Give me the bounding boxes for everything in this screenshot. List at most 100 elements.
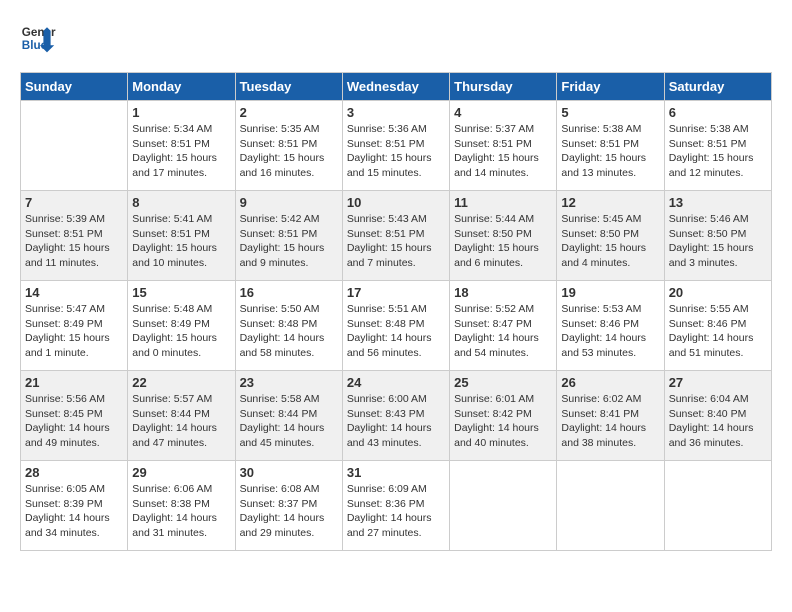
daylight-text: Daylight: 14 hours and 29 minutes. bbox=[240, 511, 338, 540]
svg-text:General: General bbox=[22, 26, 56, 39]
sunrise-text: Sunrise: 6:02 AM bbox=[561, 392, 659, 407]
daylight-text: Daylight: 15 hours and 9 minutes. bbox=[240, 241, 338, 270]
day-number: 25 bbox=[454, 375, 552, 390]
calendar-cell: 21Sunrise: 5:56 AMSunset: 8:45 PMDayligh… bbox=[21, 371, 128, 461]
calendar-cell bbox=[450, 461, 557, 551]
calendar-cell: 27Sunrise: 6:04 AMSunset: 8:40 PMDayligh… bbox=[664, 371, 771, 461]
daylight-text: Daylight: 15 hours and 3 minutes. bbox=[669, 241, 767, 270]
weekday-header: Saturday bbox=[664, 73, 771, 101]
sunset-text: Sunset: 8:47 PM bbox=[454, 317, 552, 332]
daylight-text: Daylight: 15 hours and 0 minutes. bbox=[132, 331, 230, 360]
sunset-text: Sunset: 8:50 PM bbox=[669, 227, 767, 242]
calendar-header-row: SundayMondayTuesdayWednesdayThursdayFrid… bbox=[21, 73, 772, 101]
sunset-text: Sunset: 8:50 PM bbox=[454, 227, 552, 242]
calendar-week-row: 28Sunrise: 6:05 AMSunset: 8:39 PMDayligh… bbox=[21, 461, 772, 551]
calendar-cell: 1Sunrise: 5:34 AMSunset: 8:51 PMDaylight… bbox=[128, 101, 235, 191]
sunset-text: Sunset: 8:37 PM bbox=[240, 497, 338, 512]
weekday-header: Thursday bbox=[450, 73, 557, 101]
day-number: 31 bbox=[347, 465, 445, 480]
day-number: 26 bbox=[561, 375, 659, 390]
daylight-text: Daylight: 14 hours and 36 minutes. bbox=[669, 421, 767, 450]
day-number: 21 bbox=[25, 375, 123, 390]
weekday-header: Tuesday bbox=[235, 73, 342, 101]
calendar-cell: 18Sunrise: 5:52 AMSunset: 8:47 PMDayligh… bbox=[450, 281, 557, 371]
sunset-text: Sunset: 8:51 PM bbox=[454, 137, 552, 152]
day-number: 5 bbox=[561, 105, 659, 120]
calendar-cell: 22Sunrise: 5:57 AMSunset: 8:44 PMDayligh… bbox=[128, 371, 235, 461]
daylight-text: Daylight: 14 hours and 34 minutes. bbox=[25, 511, 123, 540]
daylight-text: Daylight: 15 hours and 14 minutes. bbox=[454, 151, 552, 180]
daylight-text: Daylight: 15 hours and 1 minute. bbox=[25, 331, 123, 360]
weekday-header: Monday bbox=[128, 73, 235, 101]
daylight-text: Daylight: 14 hours and 56 minutes. bbox=[347, 331, 445, 360]
calendar-cell: 13Sunrise: 5:46 AMSunset: 8:50 PMDayligh… bbox=[664, 191, 771, 281]
calendar-cell: 16Sunrise: 5:50 AMSunset: 8:48 PMDayligh… bbox=[235, 281, 342, 371]
calendar-cell: 11Sunrise: 5:44 AMSunset: 8:50 PMDayligh… bbox=[450, 191, 557, 281]
sunset-text: Sunset: 8:51 PM bbox=[240, 227, 338, 242]
sunrise-text: Sunrise: 5:42 AM bbox=[240, 212, 338, 227]
sunrise-text: Sunrise: 6:08 AM bbox=[240, 482, 338, 497]
daylight-text: Daylight: 15 hours and 15 minutes. bbox=[347, 151, 445, 180]
sunset-text: Sunset: 8:43 PM bbox=[347, 407, 445, 422]
sunset-text: Sunset: 8:42 PM bbox=[454, 407, 552, 422]
calendar-cell: 17Sunrise: 5:51 AMSunset: 8:48 PMDayligh… bbox=[342, 281, 449, 371]
calendar-week-row: 21Sunrise: 5:56 AMSunset: 8:45 PMDayligh… bbox=[21, 371, 772, 461]
sunrise-text: Sunrise: 5:48 AM bbox=[132, 302, 230, 317]
day-number: 16 bbox=[240, 285, 338, 300]
calendar-week-row: 14Sunrise: 5:47 AMSunset: 8:49 PMDayligh… bbox=[21, 281, 772, 371]
sunrise-text: Sunrise: 5:50 AM bbox=[240, 302, 338, 317]
calendar-cell: 9Sunrise: 5:42 AMSunset: 8:51 PMDaylight… bbox=[235, 191, 342, 281]
daylight-text: Daylight: 14 hours and 49 minutes. bbox=[25, 421, 123, 450]
calendar-cell: 30 Sunrise: 6:08 AMSunset: 8:37 PMDayligh… bbox=[235, 461, 342, 551]
sunset-text: Sunset: 8:51 PM bbox=[347, 137, 445, 152]
sunrise-text: Sunrise: 5:56 AM bbox=[25, 392, 123, 407]
sunset-text: Sunset: 8:44 PM bbox=[240, 407, 338, 422]
day-number: 30 bbox=[240, 465, 338, 480]
day-number: 3 bbox=[347, 105, 445, 120]
sunset-text: Sunset: 8:39 PM bbox=[25, 497, 123, 512]
sunrise-text: Sunrise: 5:57 AM bbox=[132, 392, 230, 407]
day-number: 24 bbox=[347, 375, 445, 390]
calendar-cell: 5 Sunrise: 5:38 AMSunset: 8:51 PMDaylight… bbox=[557, 101, 664, 191]
sunset-text: Sunset: 8:51 PM bbox=[347, 227, 445, 242]
daylight-text: Daylight: 15 hours and 13 minutes. bbox=[561, 151, 659, 180]
day-number: 7 bbox=[25, 195, 123, 210]
day-number: 2 bbox=[240, 105, 338, 120]
calendar-body: 1Sunrise: 5:34 AMSunset: 8:51 PMDaylight… bbox=[21, 101, 772, 551]
calendar-cell: 24Sunrise: 6:00 AMSunset: 8:43 PMDayligh… bbox=[342, 371, 449, 461]
calendar-cell: 10Sunrise: 5:43 AMSunset: 8:51 PMDayligh… bbox=[342, 191, 449, 281]
sunrise-text: Sunrise: 5:39 AM bbox=[25, 212, 123, 227]
day-number: 29 bbox=[132, 465, 230, 480]
calendar-cell: 28Sunrise: 6:05 AMSunset: 8:39 PMDayligh… bbox=[21, 461, 128, 551]
day-number: 14 bbox=[25, 285, 123, 300]
daylight-text: Daylight: 15 hours and 6 minutes. bbox=[454, 241, 552, 270]
day-number: 23 bbox=[240, 375, 338, 390]
sunset-text: Sunset: 8:48 PM bbox=[347, 317, 445, 332]
calendar-cell: 14Sunrise: 5:47 AMSunset: 8:49 PMDayligh… bbox=[21, 281, 128, 371]
day-number: 20 bbox=[669, 285, 767, 300]
daylight-text: Daylight: 14 hours and 53 minutes. bbox=[561, 331, 659, 360]
calendar-cell bbox=[664, 461, 771, 551]
daylight-text: Daylight: 14 hours and 27 minutes. bbox=[347, 511, 445, 540]
day-number: 1 bbox=[132, 105, 230, 120]
sunset-text: Sunset: 8:46 PM bbox=[561, 317, 659, 332]
sunrise-text: Sunrise: 5:38 AM bbox=[669, 122, 767, 137]
sunrise-text: Sunrise: 5:46 AM bbox=[669, 212, 767, 227]
sunrise-text: Sunrise: 6:00 AM bbox=[347, 392, 445, 407]
daylight-text: Daylight: 14 hours and 31 minutes. bbox=[132, 511, 230, 540]
sunset-text: Sunset: 8:48 PM bbox=[240, 317, 338, 332]
sunrise-text: Sunrise: 5:35 AM bbox=[240, 122, 338, 137]
calendar-cell bbox=[21, 101, 128, 191]
day-number: 11 bbox=[454, 195, 552, 210]
calendar-cell: 29Sunrise: 6:06 AMSunset: 8:38 PMDayligh… bbox=[128, 461, 235, 551]
calendar-cell: 15Sunrise: 5:48 AMSunset: 8:49 PMDayligh… bbox=[128, 281, 235, 371]
calendar-cell: 23Sunrise: 5:58 AMSunset: 8:44 PMDayligh… bbox=[235, 371, 342, 461]
sunrise-text: Sunrise: 5:38 AM bbox=[561, 122, 659, 137]
sunset-text: Sunset: 8:51 PM bbox=[561, 137, 659, 152]
sunset-text: Sunset: 8:50 PM bbox=[561, 227, 659, 242]
calendar-table: SundayMondayTuesdayWednesdayThursdayFrid… bbox=[20, 72, 772, 551]
sunset-text: Sunset: 8:38 PM bbox=[132, 497, 230, 512]
calendar-week-row: 7Sunrise: 5:39 AMSunset: 8:51 PMDaylight… bbox=[21, 191, 772, 281]
daylight-text: Daylight: 15 hours and 10 minutes. bbox=[132, 241, 230, 270]
day-number: 28 bbox=[25, 465, 123, 480]
